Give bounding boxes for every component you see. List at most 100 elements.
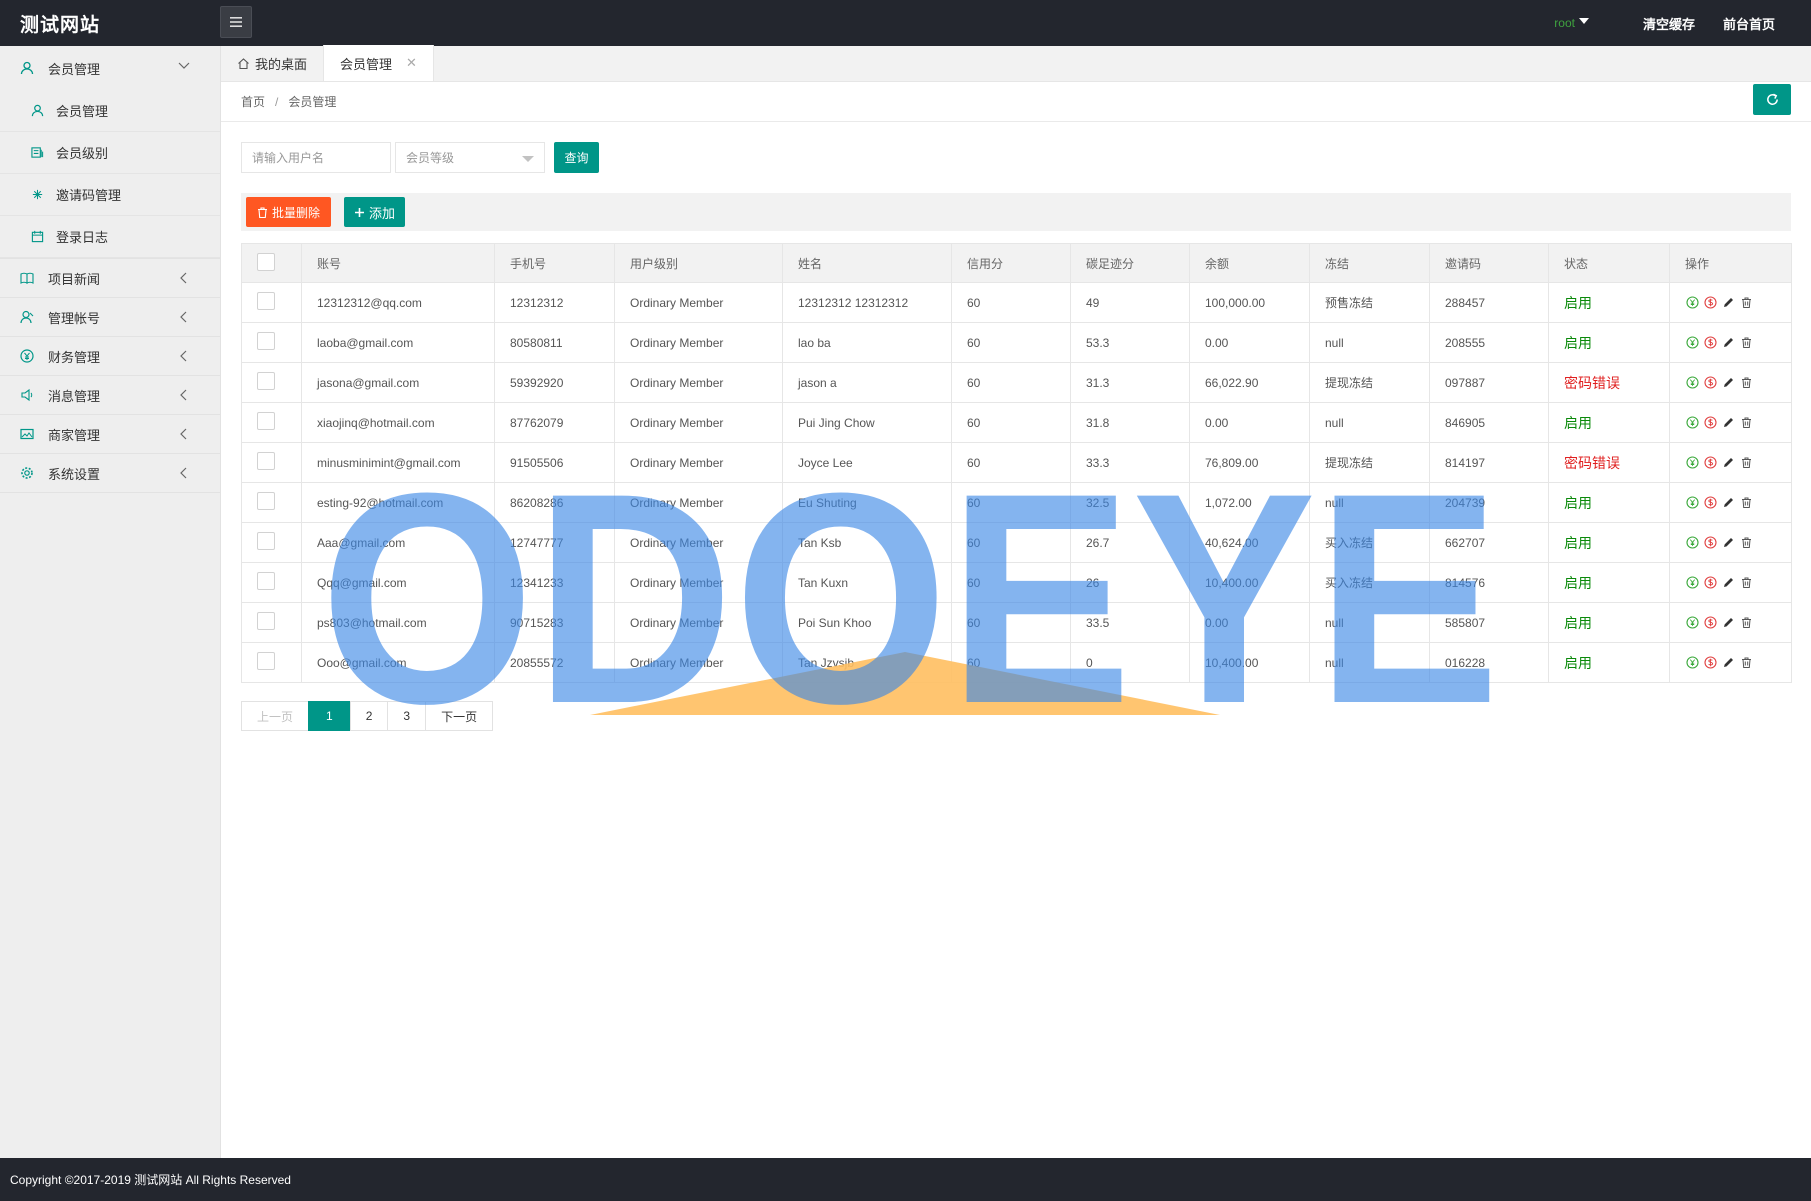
member-level-select[interactable]: 会员等级 <box>395 141 545 173</box>
refresh-button[interactable] <box>1753 84 1791 115</box>
edit-icon[interactable] <box>1721 656 1735 670</box>
sidebar-sub-invite-code[interactable]: 邀请码管理 <box>0 174 220 216</box>
sidebar-item-news[interactable]: 项目新闻 <box>0 259 220 297</box>
trash-icon[interactable] <box>1739 296 1753 310</box>
breadcrumb-home[interactable]: 首页 <box>241 93 265 110</box>
row-checkbox[interactable] <box>257 612 275 630</box>
cell-credit: 60 <box>951 322 1071 363</box>
tab-member-manage[interactable]: 会员管理 ✕ <box>323 45 434 81</box>
close-icon[interactable]: ✕ <box>406 55 417 71</box>
add-button[interactable]: 添加 <box>344 197 405 227</box>
user-menu[interactable]: root <box>1554 16 1575 30</box>
dollar-circle-icon[interactable] <box>1703 496 1717 510</box>
row-checkbox-cell <box>241 282 302 323</box>
page-button-2[interactable]: 2 <box>349 701 389 731</box>
row-checkbox-cell <box>241 562 302 603</box>
dollar-circle-icon[interactable] <box>1703 296 1717 310</box>
brand-title[interactable]: 测试网站 <box>20 10 100 37</box>
edit-icon[interactable] <box>1721 376 1735 390</box>
query-button[interactable]: 查询 <box>554 141 599 173</box>
dollar-circle-icon[interactable] <box>1703 576 1717 590</box>
row-checkbox[interactable] <box>257 532 275 550</box>
edit-icon[interactable] <box>1721 536 1735 550</box>
cell-phone: 20855572 <box>494 642 615 683</box>
dollar-circle-icon[interactable] <box>1703 456 1717 470</box>
row-checkbox[interactable] <box>257 332 275 350</box>
next-page-button[interactable]: 下一页 <box>425 701 494 731</box>
dollar-circle-icon[interactable] <box>1703 656 1717 670</box>
cell-invite: 208555 <box>1429 322 1549 363</box>
trash-icon[interactable] <box>1739 496 1753 510</box>
cell-carbon: 31.8 <box>1070 402 1190 443</box>
prev-page-button[interactable]: 上一页 <box>241 701 310 731</box>
caret-down-icon[interactable] <box>1578 18 1589 24</box>
page-button-3[interactable]: 3 <box>387 701 427 731</box>
edit-icon[interactable] <box>1721 576 1735 590</box>
row-checkbox[interactable] <box>257 292 275 310</box>
yuan-circle-icon[interactable] <box>1685 496 1699 510</box>
yuan-circle-icon[interactable] <box>1685 336 1699 350</box>
sidebar-item-finance[interactable]: 财务管理 <box>0 337 220 375</box>
edit-icon[interactable] <box>1721 496 1735 510</box>
dollar-circle-icon[interactable] <box>1703 536 1717 550</box>
trash-icon[interactable] <box>1739 536 1753 550</box>
row-checkbox[interactable] <box>257 572 275 590</box>
sidebar-sub-login-log[interactable]: 登录日志 <box>0 216 220 258</box>
edit-icon[interactable] <box>1721 616 1735 630</box>
yuan-circle-icon[interactable] <box>1685 456 1699 470</box>
trash-icon[interactable] <box>1739 336 1753 350</box>
row-checkbox[interactable] <box>257 652 275 670</box>
sidebar-item-message[interactable]: 消息管理 <box>0 376 220 414</box>
sidebar-sub-label: 会员级别 <box>56 146 109 161</box>
yuan-circle-icon[interactable] <box>1685 616 1699 630</box>
yuan-circle-icon[interactable] <box>1685 576 1699 590</box>
yuan-circle-icon[interactable] <box>1685 296 1699 310</box>
sidebar-item-merchant[interactable]: 商家管理 <box>0 415 220 453</box>
cell-account: Qqq@gmail.com <box>301 562 495 603</box>
username-input[interactable]: 请输入用户名 <box>241 141 391 173</box>
trash-icon[interactable] <box>1739 616 1753 630</box>
trash-icon[interactable] <box>1739 576 1753 590</box>
trash-icon[interactable] <box>1739 416 1753 430</box>
sidebar-item-admin[interactable]: 管理帐号 <box>0 298 220 336</box>
trash-icon[interactable] <box>1739 656 1753 670</box>
chevron-left-icon <box>180 389 187 401</box>
row-checkbox[interactable] <box>257 412 275 430</box>
select-all-checkbox[interactable] <box>257 252 275 271</box>
sidebar-item-settings[interactable]: 系统设置 <box>0 454 220 492</box>
row-checkbox[interactable] <box>257 452 275 470</box>
clear-cache-link[interactable]: 清空缓存 <box>1643 14 1695 33</box>
batch-delete-button[interactable]: 批量删除 <box>246 197 331 227</box>
menu-toggle-button[interactable] <box>220 6 252 38</box>
page-button-1[interactable]: 1 <box>308 701 351 731</box>
sidebar-sub-member-level[interactable]: 会员级别 <box>0 132 220 174</box>
cell-carbon: 33.3 <box>1070 442 1190 483</box>
frontend-home-link[interactable]: 前台首页 <box>1723 14 1775 33</box>
yuan-circle-icon[interactable] <box>1685 376 1699 390</box>
edit-icon[interactable] <box>1721 336 1735 350</box>
dollar-circle-icon[interactable] <box>1703 376 1717 390</box>
sidebar-group-settings: 系统设置 <box>0 454 220 493</box>
table-row: jasona@gmail.com 59392920 Ordinary Member j… <box>241 362 1792 403</box>
trash-icon[interactable] <box>1739 456 1753 470</box>
edit-icon[interactable] <box>1721 416 1735 430</box>
row-checkbox[interactable] <box>257 372 275 390</box>
yuan-circle-icon[interactable] <box>1685 536 1699 550</box>
cell-level: Ordinary Member <box>614 362 783 403</box>
edit-icon[interactable] <box>1721 296 1735 310</box>
sidebar-group-merchant: 商家管理 <box>0 415 220 454</box>
sidebar-item-members[interactable]: 会员管理 <box>0 46 220 90</box>
dollar-circle-icon[interactable] <box>1703 616 1717 630</box>
cell-balance: 0.00 <box>1189 322 1310 363</box>
yuan-circle-icon[interactable] <box>1685 656 1699 670</box>
tab-desktop[interactable]: 我的桌面 <box>221 45 323 81</box>
row-checkbox-cell <box>241 602 302 643</box>
dollar-circle-icon[interactable] <box>1703 416 1717 430</box>
row-actions <box>1685 576 1791 590</box>
row-checkbox[interactable] <box>257 492 275 510</box>
trash-icon[interactable] <box>1739 376 1753 390</box>
yuan-circle-icon[interactable] <box>1685 416 1699 430</box>
dollar-circle-icon[interactable] <box>1703 336 1717 350</box>
sidebar-sub-member-manage[interactable]: 会员管理 <box>0 90 220 132</box>
edit-icon[interactable] <box>1721 456 1735 470</box>
